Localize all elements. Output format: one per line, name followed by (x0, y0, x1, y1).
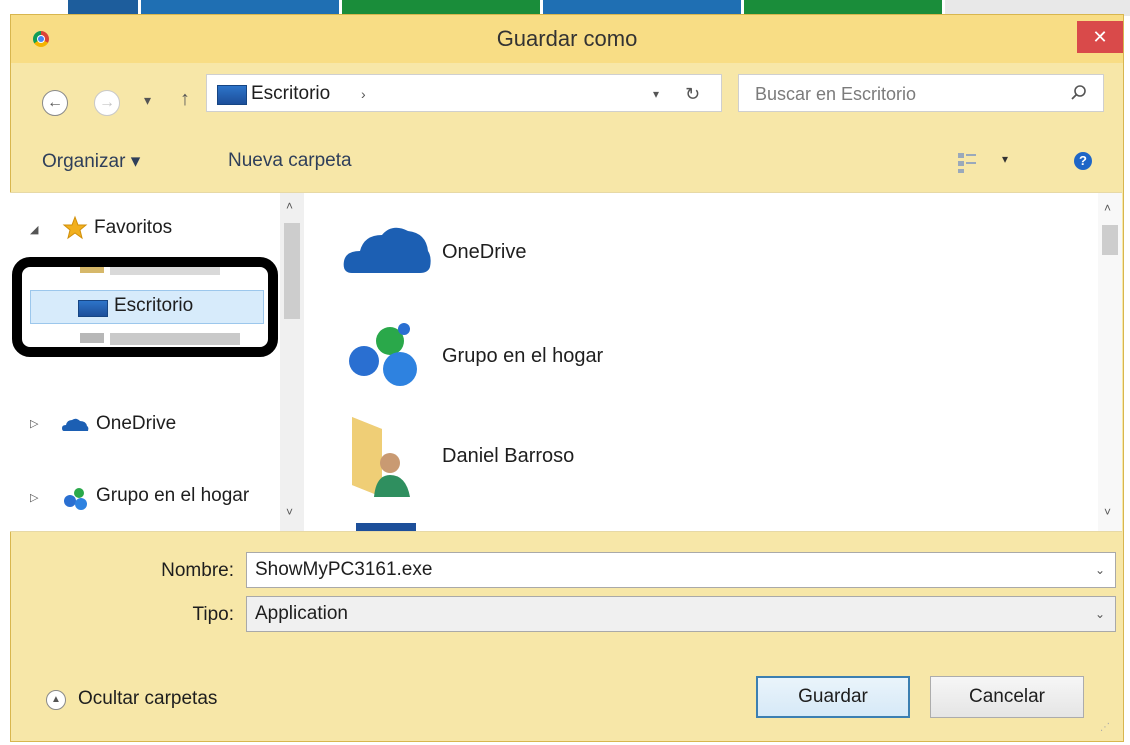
content-item-grupo-hogar[interactable]: Grupo en el hogar (442, 345, 603, 368)
nav-item-grupo-hogar[interactable]: Grupo en el hogar (96, 485, 249, 507)
address-separator-chevron-icon[interactable]: › (361, 75, 366, 113)
file-name-dropdown-icon[interactable]: ⌄ (1095, 553, 1105, 587)
desktop-icon-partial (356, 523, 416, 531)
search-input[interactable]: Buscar en Escritorio (738, 74, 1104, 112)
back-button[interactable]: ← (42, 90, 68, 116)
onedrive-expand-icon[interactable]: ▷ (30, 417, 38, 430)
file-type-dropdown-icon[interactable]: ⌄ (1095, 597, 1105, 631)
nav-scroll-up-icon[interactable]: ˄ (286, 199, 293, 213)
new-folder-button[interactable]: Nueva carpeta (228, 150, 352, 172)
content-item-daniel-barroso[interactable]: Daniel Barroso (442, 445, 574, 468)
content-scroll-down-icon[interactable]: ˅ (1104, 505, 1111, 519)
homegroup-icon (64, 488, 87, 510)
browser-pane: ◢ Favoritos Escritorio ▷ OneDrive ▷ Grup… (10, 192, 1122, 532)
type-label: Tipo: (192, 604, 234, 625)
favorites-expand-icon[interactable]: ◢ (30, 223, 38, 236)
cancel-button[interactable]: Cancelar (930, 676, 1084, 718)
resize-grip-icon[interactable]: ⋰ (1100, 722, 1110, 733)
address-dropdown-icon[interactable]: ▾ (653, 75, 659, 113)
nav-scroll-down-icon[interactable]: ˅ (286, 505, 293, 519)
homegroup-expand-icon[interactable]: ▷ (30, 491, 38, 504)
save-button[interactable]: Guardar (756, 676, 910, 718)
onedrive-icon (62, 418, 89, 431)
refresh-icon[interactable]: ↻ (685, 75, 700, 113)
address-bar[interactable]: Escritorio › ▾ ↻ (206, 74, 722, 112)
nav-item-onedrive[interactable]: OneDrive (96, 413, 176, 435)
name-label: Nombre: (161, 560, 234, 581)
file-name-input[interactable]: ShowMyPC3161.exe ⌄ (246, 552, 1116, 588)
view-dropdown-icon[interactable]: ▾ (1002, 152, 1008, 166)
up-button[interactable]: ↑ (180, 88, 190, 111)
content-scroll-up-icon[interactable]: ˄ (1104, 201, 1111, 215)
file-name-value[interactable]: ShowMyPC3161.exe (255, 553, 432, 587)
content-scrollbar-thumb[interactable] (1102, 225, 1118, 255)
window-title: Guardar como (496, 26, 638, 51)
user-folder-icon (352, 417, 410, 497)
chrome-icon (33, 31, 49, 47)
search-placeholder: Buscar en Escritorio (755, 84, 917, 104)
hide-folders-button[interactable]: Ocultar carpetas (78, 688, 217, 710)
nav-scrollbar-thumb[interactable] (284, 223, 300, 319)
change-view-icon[interactable] (956, 150, 978, 174)
collapse-icon[interactable]: ▲ (46, 690, 66, 710)
search-icon[interactable] (1069, 83, 1089, 103)
onedrive-cloud-icon (343, 227, 431, 273)
help-icon[interactable]: ? (1074, 152, 1092, 170)
organize-menu[interactable]: Organizar ▾ (42, 150, 140, 173)
desktop-icon (217, 85, 247, 105)
homegroup-icon (349, 323, 417, 386)
address-location[interactable]: Escritorio (251, 75, 330, 113)
forward-button[interactable]: → (94, 90, 120, 116)
highlight-annotation (12, 257, 278, 357)
content-item-onedrive[interactable]: OneDrive (442, 241, 526, 264)
close-button[interactable]: ✕ (1077, 21, 1123, 53)
file-type-select[interactable]: Application ⌄ (246, 596, 1116, 632)
star-icon (62, 215, 88, 240)
file-type-value[interactable]: Application (255, 597, 348, 631)
recent-locations-button[interactable]: ▾ (144, 92, 151, 109)
nav-item-favoritos[interactable]: Favoritos (94, 217, 172, 239)
